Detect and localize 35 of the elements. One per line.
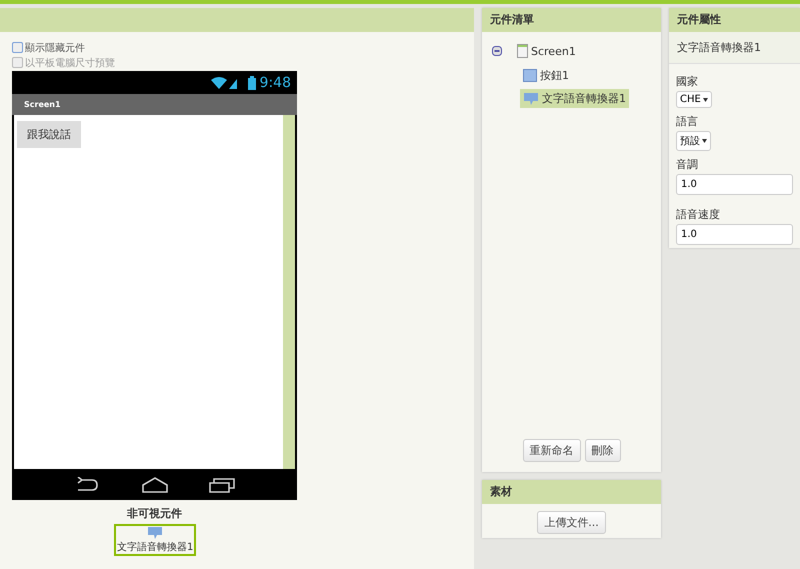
clock-text: 9:48 [260,74,291,90]
caret-icon [702,139,707,143]
action-button[interactable]: 重新命名 [522,439,580,462]
action-button[interactable]: 刪除 [584,439,620,462]
text-field[interactable]: 1.0 [676,174,793,195]
screen-icon [517,44,528,58]
recent-apps-icon[interactable] [209,476,236,492]
panel-header: 元件屬性 [669,8,800,32]
component-name: 文字語音轉換器1 [669,32,800,64]
collapse-icon[interactable] [492,46,502,56]
speech-bubble-icon [523,92,539,106]
dropdown[interactable]: CHE [676,91,712,108]
property-label: 音調 [676,157,699,172]
nonvisible-title: 非可視元件 [126,506,183,521]
tree-item[interactable]: Screen1 [514,42,579,60]
speak-button[interactable]: 跟我說話 [17,121,81,148]
text-field[interactable]: 1.0 [676,224,793,245]
component-label: 文字語音轉換器1 [117,540,194,554]
tree-item[interactable]: 按鈕1 [520,66,572,85]
home-icon[interactable] [142,476,168,492]
tree-item[interactable]: 文字語音轉換器1 [520,89,629,108]
property-label: 語言 [676,114,699,129]
screen-title: Screen1 [12,94,297,115]
dropdown[interactable]: 預設 [676,131,711,151]
property-label: 國家 [676,74,699,89]
panel-header: 素材 [482,480,661,504]
speech-bubble-icon [147,526,164,540]
nonvisible-component[interactable]: 文字語音轉換器1 [114,524,196,556]
checkbox-option[interactable]: 顯示隱藏元件 [12,40,462,55]
button-component-icon [523,69,537,82]
caret-icon [702,98,708,102]
upload-button[interactable]: 上傳文件... [537,511,606,534]
panel-header: 元件清單 [482,8,661,32]
property-label: 語音速度 [676,207,721,222]
battery-icon [248,76,256,90]
